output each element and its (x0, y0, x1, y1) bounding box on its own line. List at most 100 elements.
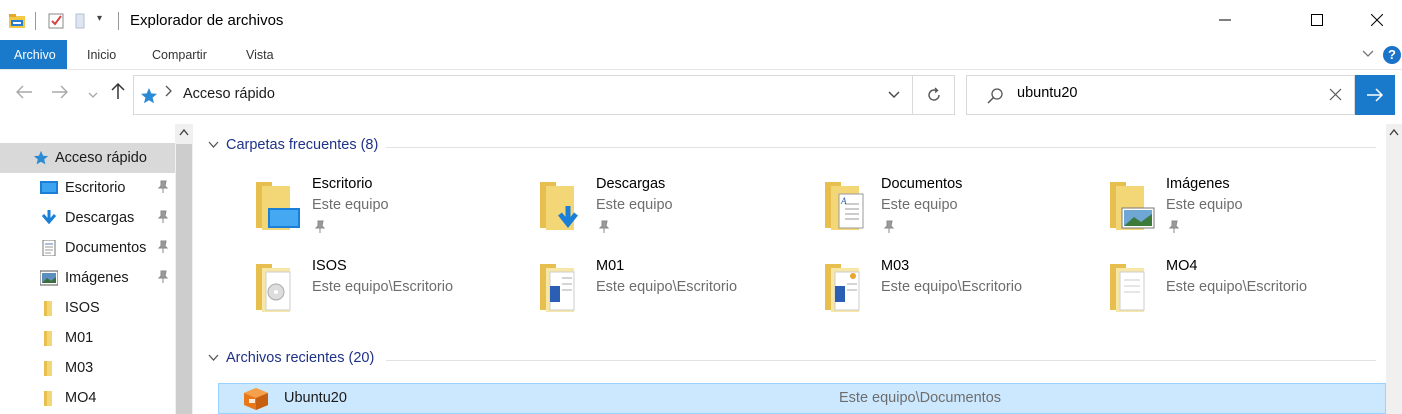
breadcrumb[interactable]: Acceso rápido (183, 86, 275, 102)
folder-location: Este equipo (881, 197, 958, 213)
address-bar[interactable]: Acceso rápido (133, 75, 913, 115)
close-button[interactable] (1354, 0, 1400, 40)
nav-item-label: Acceso rápido (55, 150, 147, 166)
pin-icon[interactable] (598, 220, 610, 234)
qat-customize-icon[interactable]: ▾ (97, 13, 102, 24)
pin-icon[interactable] (157, 240, 169, 254)
tab-compartir[interactable]: Compartir (152, 40, 207, 70)
nav-item-m03[interactable]: M03 (0, 353, 175, 383)
properties-icon[interactable] (47, 12, 65, 30)
folder-name: Imágenes (1166, 176, 1230, 192)
search-input[interactable] (1017, 85, 1317, 101)
forward-arrow-icon[interactable] (50, 82, 70, 106)
nav-item-imagenes[interactable]: Imágenes (0, 263, 175, 293)
refresh-button[interactable] (913, 75, 955, 115)
group-divider (386, 360, 1376, 361)
tab-vista[interactable]: Vista (246, 40, 274, 70)
minimize-button[interactable] (1202, 0, 1248, 40)
nav-item-label: Imágenes (65, 270, 129, 286)
pictures-folder-icon (1110, 182, 1155, 230)
pin-icon[interactable] (883, 220, 895, 234)
content-scrollbar[interactable] (1386, 124, 1402, 414)
explorer-app-icon[interactable] (8, 12, 26, 30)
background-window-ghost (40, 0, 1000, 2)
group-header-frequent[interactable]: Carpetas frecuentes (8) (208, 137, 378, 153)
folder-tile-imagenes[interactable]: Imágenes Este equipo (1108, 176, 1388, 246)
virtualbox-icon (244, 388, 268, 410)
ribbon-tabs: Archivo Inicio Compartir Vista ? (0, 40, 1402, 70)
tab-inicio[interactable]: Inicio (87, 40, 116, 70)
quick-access-star-icon (141, 88, 157, 104)
nav-item-m01[interactable]: M01 (0, 323, 175, 353)
tab-archivo[interactable]: Archivo (0, 40, 67, 70)
desktop-folder-icon (256, 182, 300, 230)
search-go-button[interactable] (1355, 75, 1395, 115)
collapse-chevron-icon (208, 140, 222, 152)
folder-location: Este equipo (312, 197, 389, 213)
folder-tile-documentos[interactable]: A Documentos Este equipo (823, 176, 1103, 246)
folder-location: Este equipo (1166, 197, 1243, 213)
word-docs-folder-icon (540, 264, 575, 312)
arrow-right-icon (1367, 88, 1384, 102)
search-icon (987, 88, 1003, 104)
folder-tile-mo4[interactable]: MO4 Este equipo\Escritorio (1108, 258, 1388, 328)
folder-location: Este equipo\Escritorio (312, 279, 454, 295)
new-folder-icon[interactable] (73, 12, 91, 30)
nav-item-documentos[interactable]: Documentos (0, 233, 175, 263)
folder-name: ISOS (312, 258, 347, 274)
scroll-up-icon[interactable] (179, 128, 189, 136)
nav-scrollbar[interactable] (175, 124, 193, 414)
folder-icon (44, 331, 52, 346)
nav-item-acceso-rapido[interactable]: Acceso rápido (0, 143, 175, 173)
pin-icon[interactable] (1168, 220, 1180, 234)
folder-icon (44, 391, 52, 406)
qat-separator (35, 12, 36, 30)
pictures-icon (40, 270, 58, 286)
pin-icon[interactable] (157, 210, 169, 224)
nav-scrollbar-thumb[interactable] (176, 144, 192, 414)
folder-name: M01 (596, 258, 625, 274)
address-dropdown-icon[interactable] (887, 88, 901, 104)
recent-locations-icon[interactable] (86, 82, 100, 106)
recent-file-row[interactable]: Ubuntu20 Este equipo\Documentos (218, 383, 1386, 414)
refresh-icon (927, 87, 940, 101)
nav-item-mo4[interactable]: MO4 (0, 383, 175, 413)
pin-icon[interactable] (314, 220, 326, 234)
folder-icon (44, 301, 52, 316)
disc-folder-icon (256, 264, 291, 312)
nav-item-escritorio[interactable]: Escritorio (0, 173, 175, 203)
download-icon (41, 210, 57, 225)
pin-icon[interactable] (157, 180, 169, 194)
group-header-recent[interactable]: Archivos recientes (20) (208, 350, 374, 366)
scroll-up-icon[interactable] (1389, 128, 1399, 136)
nav-item-label: Documentos (65, 240, 147, 256)
documents-folder-icon: A (825, 182, 864, 230)
collapse-chevron-icon (208, 353, 222, 365)
nav-item-isos[interactable]: ISOS (0, 293, 175, 323)
content-pane: Carpetas frecuentes (8) Escritorio Este … (196, 124, 1402, 414)
up-arrow-icon[interactable] (108, 82, 128, 106)
nav-item-label: Escritorio (65, 180, 126, 196)
folder-tile-escritorio[interactable]: Escritorio Este equipo (254, 176, 534, 246)
nav-item-descargas[interactable]: Descargas (0, 203, 175, 233)
group-divider (386, 147, 1376, 148)
back-arrow-icon[interactable] (14, 82, 34, 106)
maximize-button[interactable] (1294, 0, 1340, 40)
nav-item-label: MO4 (65, 390, 97, 406)
word-docs-folder-icon (825, 264, 860, 312)
breadcrumb-chevron-icon[interactable] (164, 85, 172, 100)
search-box[interactable] (966, 75, 1355, 115)
folder-name: Escritorio (312, 176, 373, 192)
clear-search-icon[interactable] (1329, 88, 1342, 104)
folder-tile-descargas[interactable]: Descargas Este equipo (538, 176, 818, 246)
group-header-label: Archivos recientes (20) (226, 350, 375, 366)
maximize-icon (1311, 14, 1323, 26)
folder-tile-m01[interactable]: M01 Este equipo\Escritorio (538, 258, 818, 328)
minimize-icon (1219, 19, 1231, 21)
help-icon[interactable]: ? (1383, 46, 1401, 64)
nav-item-label: M03 (65, 360, 94, 376)
folder-tile-isos[interactable]: ISOS Este equipo\Escritorio (254, 258, 534, 328)
pin-icon[interactable] (157, 270, 169, 284)
folder-tile-m03[interactable]: M03 Este equipo\Escritorio (823, 258, 1103, 328)
expand-ribbon-icon[interactable] (1361, 46, 1375, 63)
